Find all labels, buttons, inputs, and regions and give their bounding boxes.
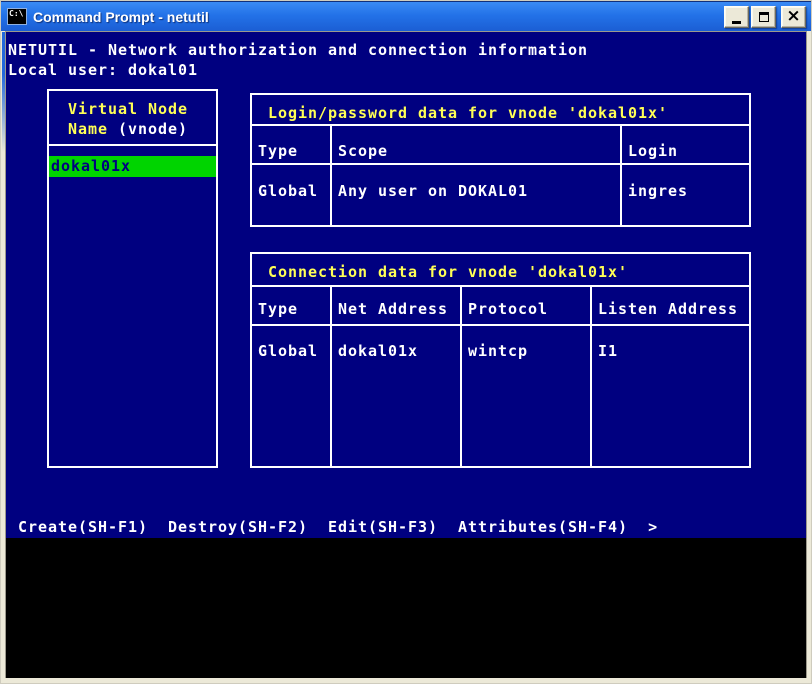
menu-bar: Create(SH-F1) Destroy(SH-F2) Edit(SH-F3)…	[18, 517, 678, 537]
console-area: NETUTIL - Network authorization and conn…	[6, 32, 806, 678]
menu-more-indicator[interactable]: >	[648, 517, 658, 537]
vnode-list-item-selected[interactable]: dokal01x	[49, 156, 216, 177]
connection-cell-net-address: dokal01x	[338, 342, 419, 360]
minimize-icon	[732, 21, 741, 24]
login-table-col-divider-2	[620, 124, 622, 227]
menu-item-create[interactable]: Create(SH-F1)	[18, 517, 148, 537]
connection-table-col-divider-2	[460, 285, 462, 468]
minimize-button[interactable]	[724, 5, 749, 28]
maximize-icon	[758, 11, 769, 22]
connection-cell-type: Global	[258, 342, 319, 360]
connection-header-net-address: Net Address	[338, 300, 449, 318]
login-password-table: Login/password data for vnode 'dokal01x'…	[250, 93, 751, 227]
connection-table-col-divider-1	[330, 285, 332, 468]
connection-header-type: Type	[258, 300, 299, 318]
local-user-label: Local user: dokal01	[8, 61, 199, 79]
close-icon: ×	[786, 6, 801, 26]
vnode-panel-title-name: Name	[68, 120, 109, 138]
login-cell-login: ingres	[628, 182, 689, 200]
connection-table-header-divider	[250, 324, 751, 326]
login-header-scope: Scope	[338, 142, 389, 160]
login-header-login: Login	[628, 142, 679, 160]
vnode-panel-divider	[47, 144, 218, 146]
vnode-panel-title-vnode: (vnode)	[118, 120, 189, 138]
command-prompt-window: C:\ Command Prompt - netutil × NETUTIL -…	[0, 0, 812, 684]
login-table-col-divider-1	[330, 124, 332, 227]
maximize-button[interactable]	[751, 5, 776, 28]
connection-header-listen-address: Listen Address	[598, 300, 739, 318]
connection-data-table: Connection data for vnode 'dokal01x' Typ…	[250, 252, 751, 468]
console-unused-area	[6, 538, 806, 678]
netutil-header: NETUTIL - Network authorization and conn…	[8, 41, 589, 59]
window-controls: ×	[724, 5, 806, 28]
connection-table-col-divider-3	[590, 285, 592, 468]
close-button[interactable]: ×	[781, 5, 806, 28]
title-bar[interactable]: C:\ Command Prompt - netutil ×	[1, 1, 811, 31]
login-table-title: Login/password data for vnode 'dokal01x'	[268, 104, 669, 122]
vnode-list-panel: Virtual Node Name (vnode) dokal01x	[47, 89, 218, 468]
connection-cell-listen-address: I1	[598, 342, 619, 360]
vnode-panel-title-line2: Name (vnode)	[68, 119, 188, 139]
connection-cell-protocol: wintcp	[468, 342, 529, 360]
login-table-title-divider	[250, 124, 751, 126]
command-prompt-icon: C:\	[7, 8, 27, 25]
login-header-type: Type	[258, 142, 299, 160]
window-title: Command Prompt - netutil	[33, 8, 209, 25]
login-cell-scope: Any user on DOKAL01	[338, 182, 529, 200]
netutil-screen: NETUTIL - Network authorization and conn…	[6, 32, 806, 538]
login-table-header-divider	[250, 163, 751, 165]
connection-header-protocol: Protocol	[468, 300, 549, 318]
menu-item-attributes[interactable]: Attributes(SH-F4)	[458, 517, 628, 537]
vnode-panel-title-line1: Virtual Node	[68, 100, 189, 118]
connection-table-title: Connection data for vnode 'dokal01x'	[268, 263, 629, 281]
menu-item-destroy[interactable]: Destroy(SH-F2)	[168, 517, 308, 537]
menu-item-edit[interactable]: Edit(SH-F3)	[328, 517, 438, 537]
command-prompt-icon-text: C:\	[9, 9, 24, 18]
connection-table-title-divider	[250, 285, 751, 287]
login-cell-type: Global	[258, 182, 319, 200]
